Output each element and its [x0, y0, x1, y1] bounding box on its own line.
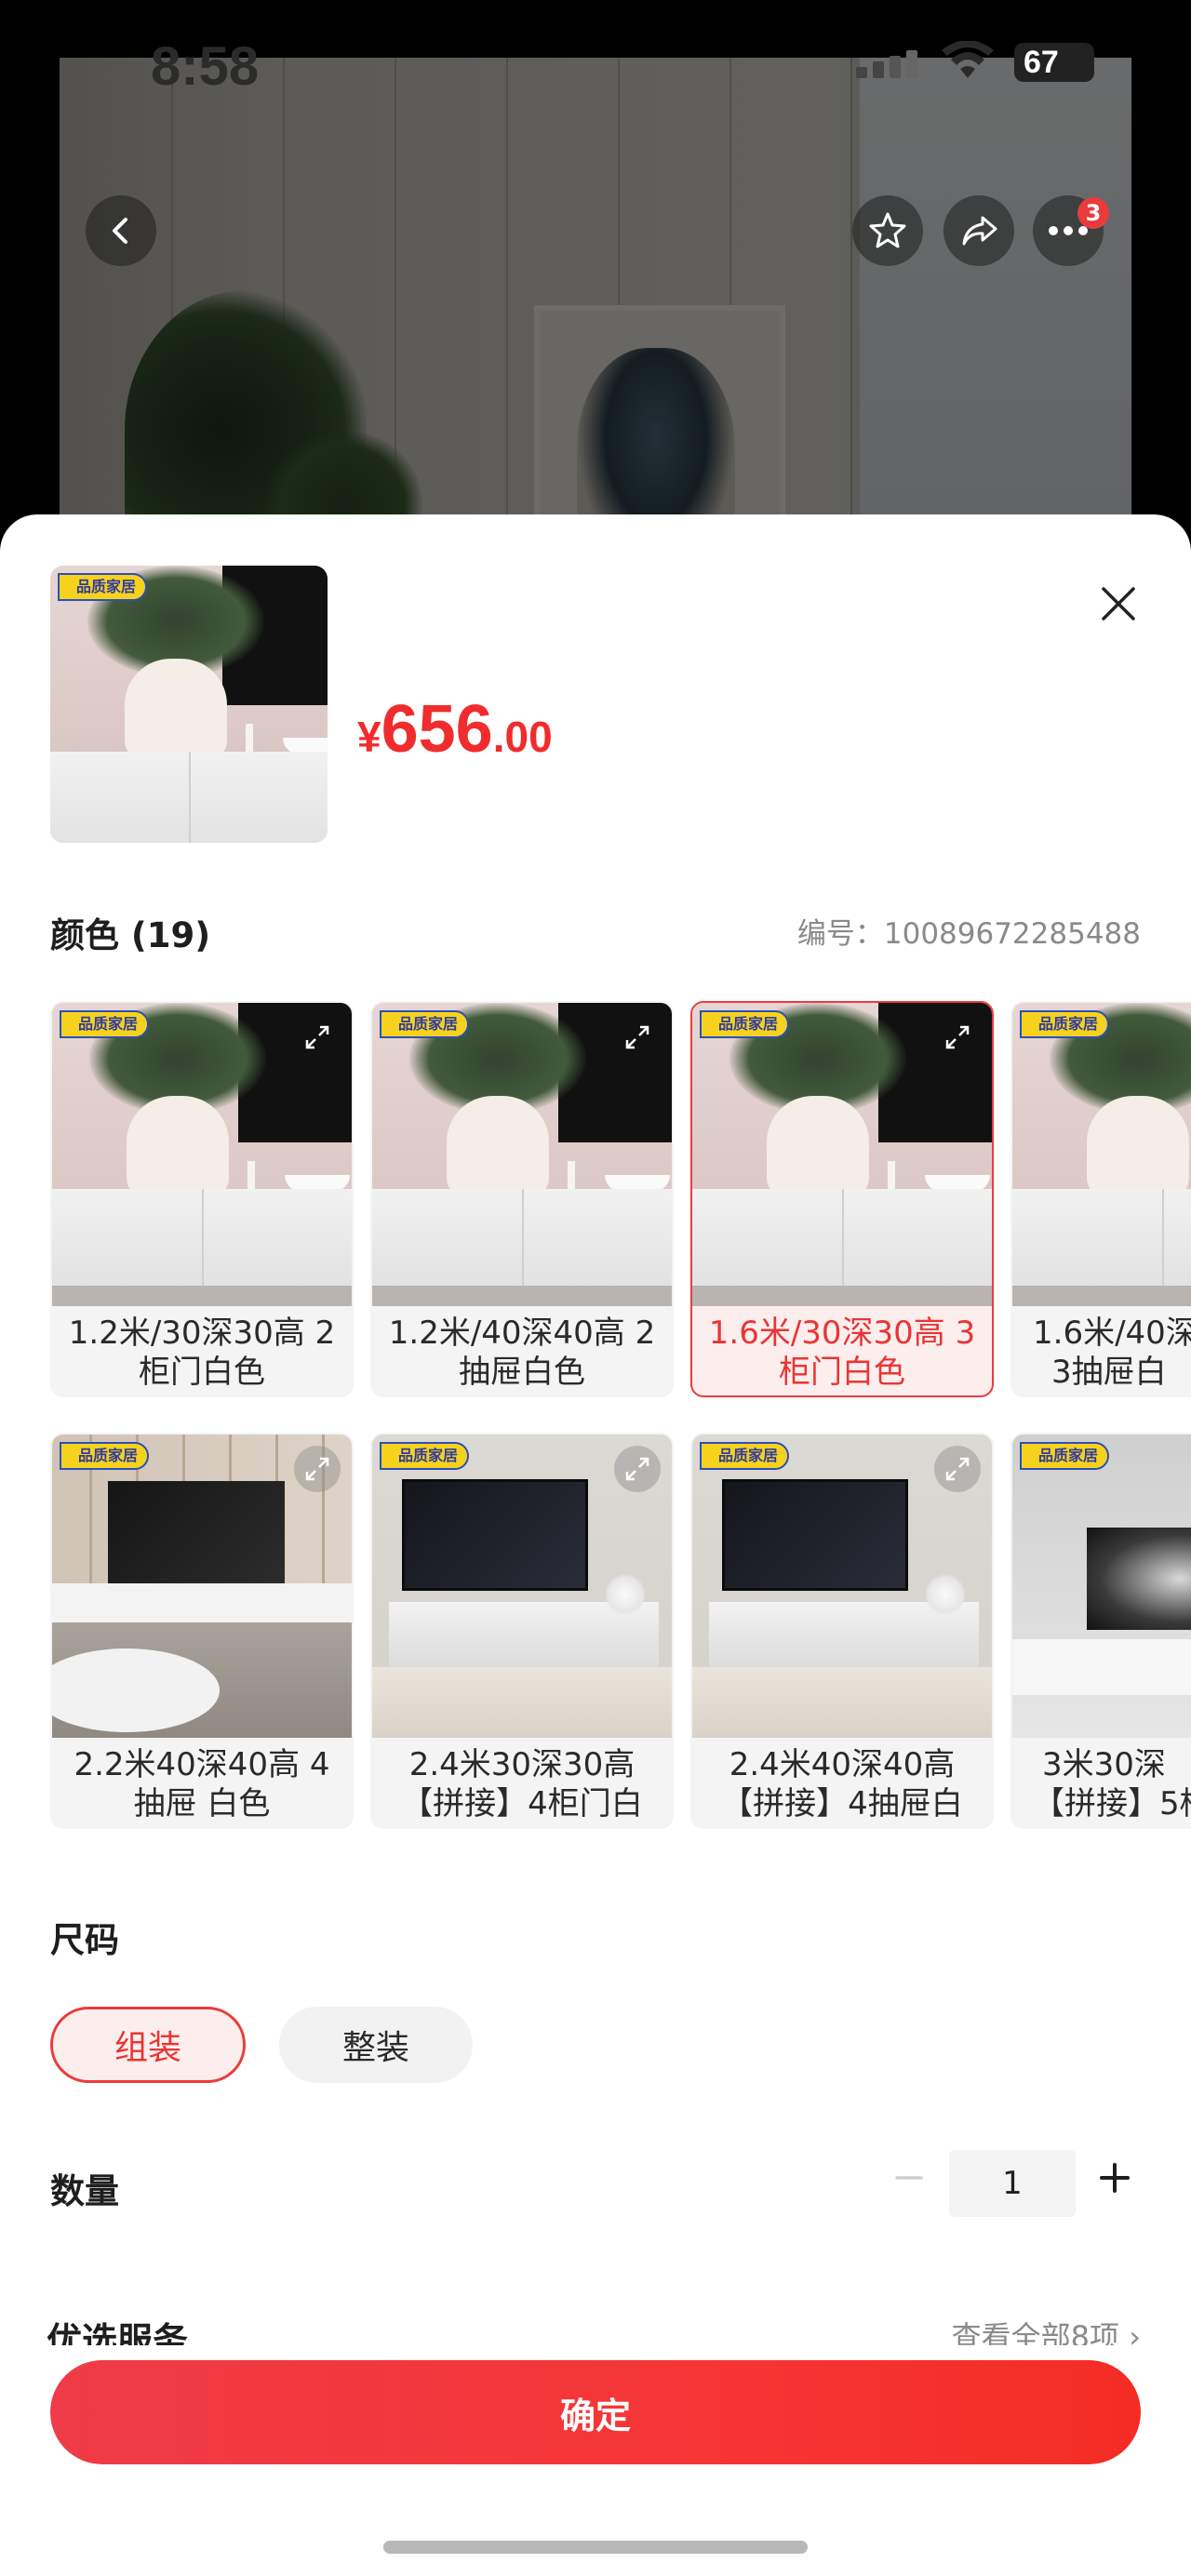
quality-home-tag: 品质家居	[60, 1010, 150, 1038]
quality-home-tag: 品质家居	[60, 1442, 150, 1470]
quality-home-tag: 品质家居	[1020, 1442, 1110, 1470]
color-option-line1: 1.6米/40深	[1033, 1315, 1191, 1352]
price-integer: 656	[381, 692, 493, 767]
color-option-line2: 柜门白色	[779, 1354, 905, 1391]
color-option-selected[interactable]: 品质家居 1.6米/30深30高 3 柜门白色	[690, 1001, 994, 1397]
close-icon	[1102, 587, 1135, 621]
chevron-left-icon	[113, 218, 127, 244]
quality-home-tag: 品质家居	[58, 573, 148, 601]
color-option-line1: 2.4米40深40高	[729, 1746, 956, 1783]
color-option[interactable]: 品质家居 1.6米/40深 3抽屉白	[1010, 1001, 1191, 1397]
expand-icon	[305, 1025, 329, 1049]
color-option-line2: 【拼接】4柜门白	[401, 1785, 643, 1822]
size-option-whole[interactable]: 整装	[279, 2007, 473, 2083]
product-code: 编号：10089672285488	[796, 917, 1141, 951]
expand-icon	[625, 1025, 649, 1049]
color-option-line2: 【拼接】4抽屉白	[721, 1785, 963, 1822]
color-section-title: 颜色 (19)	[50, 915, 211, 955]
color-option[interactable]: 品质家居 3米30深【拼接】5柜	[1010, 1433, 1191, 1829]
color-option-label: 1.6米/40深 3抽屉白	[1012, 1306, 1191, 1395]
plus-icon	[1100, 2163, 1130, 2193]
color-option-label: 3米30深【拼接】5柜	[1012, 1738, 1191, 1827]
color-option[interactable]: 品质家居 1.2米/40深40高 2 抽屉白色	[370, 1001, 674, 1397]
minus-icon	[895, 2176, 923, 2180]
quantity-input[interactable]: 1	[949, 2150, 1076, 2217]
quality-home-tag: 品质家居	[700, 1442, 790, 1470]
color-option-line2: 3抽屉白	[1051, 1354, 1167, 1391]
quantity-decrease-button[interactable]	[889, 2157, 930, 2198]
wifi-icon	[942, 41, 994, 78]
color-option-label: 2.4米40深40高 【拼接】4抽屉白	[692, 1738, 992, 1827]
expand-image-button[interactable]	[614, 1014, 661, 1061]
star-icon	[869, 212, 906, 248]
color-option-line2: 抽屉 白色	[133, 1785, 271, 1822]
color-option-line2: 【拼接】5柜	[1033, 1785, 1191, 1822]
color-option[interactable]: 品质家居 1.2米/30深30高 2 柜门白色	[50, 1001, 354, 1397]
status-time: 8:58	[151, 36, 260, 97]
color-option-label: 1.6米/30深30高 3 柜门白色	[692, 1306, 992, 1395]
expand-image-button[interactable]	[294, 1446, 341, 1492]
expand-image-button[interactable]	[934, 1446, 981, 1492]
share-icon	[962, 216, 997, 246]
color-option-line2: 柜门白色	[139, 1354, 265, 1391]
status-bar: 8:58 67	[0, 33, 1191, 97]
expand-icon	[945, 1457, 970, 1481]
price-decimal: .00	[492, 713, 553, 761]
expand-image-button[interactable]	[614, 1446, 661, 1492]
confirm-button[interactable]: 确定	[50, 2360, 1141, 2464]
color-option[interactable]: 品质家居 2.4米40深40高 【拼接】4抽屉白	[690, 1433, 994, 1829]
expand-icon	[305, 1457, 329, 1481]
more-dots-icon	[1049, 226, 1088, 235]
color-option-label: 1.2米/30深30高 2 柜门白色	[52, 1306, 352, 1395]
quantity-increase-button[interactable]	[1094, 2157, 1135, 2198]
color-option-label: 2.2米40深40高 4 抽屉 白色	[52, 1738, 352, 1827]
color-option-line1: 2.2米40深40高 4	[74, 1746, 330, 1783]
favorite-button[interactable]	[852, 195, 923, 266]
color-option-line1: 1.2米/30深30高 2	[68, 1315, 336, 1352]
share-button[interactable]	[943, 195, 1014, 266]
size-option-assembled[interactable]: 组装	[50, 2007, 246, 2083]
color-option[interactable]: 品质家居 2.4米30深30高 【拼接】4柜门白	[370, 1433, 674, 1829]
expand-icon	[945, 1025, 970, 1049]
back-button[interactable]	[86, 195, 156, 266]
quality-home-tag: 品质家居	[380, 1442, 470, 1470]
quantity-section-title: 数量	[50, 2171, 119, 2211]
color-option-line1: 1.6米/30深30高 3	[708, 1315, 976, 1352]
color-option-line1: 3米30深	[1042, 1746, 1166, 1783]
price-currency: ¥	[357, 713, 381, 761]
quality-home-tag: 品质家居	[700, 1010, 790, 1038]
color-option-label: 2.4米30深30高 【拼接】4柜门白	[372, 1738, 672, 1827]
color-option[interactable]: 品质家居 2.2米40深40高 4 抽屉 白色	[50, 1433, 354, 1829]
color-option-line1: 1.2米/40深40高 2	[388, 1315, 656, 1352]
product-thumbnail[interactable]: 品质家居	[50, 566, 328, 843]
home-indicator[interactable]	[383, 2541, 808, 2554]
quality-home-tag: 品质家居	[1020, 1010, 1110, 1038]
expand-image-button[interactable]	[934, 1014, 981, 1061]
close-button[interactable]	[1091, 576, 1146, 632]
price: ¥656.00	[357, 691, 553, 767]
battery-indicator: 67	[1014, 43, 1094, 82]
quality-home-tag: 品质家居	[380, 1010, 470, 1038]
color-option-label: 1.2米/40深40高 2 抽屉白色	[372, 1306, 672, 1395]
size-section-title: 尺码	[50, 1920, 119, 1960]
expand-image-button[interactable]	[294, 1014, 341, 1061]
sku-selector-sheet: 品质家居 ¥656.00 颜色 (19) 编号：10089672285488 品…	[0, 514, 1191, 2576]
cellular-signal-icon	[856, 50, 917, 78]
color-option-line2: 抽屉白色	[459, 1354, 585, 1391]
notification-badge: 3	[1077, 197, 1109, 229]
color-option-line1: 2.4米30深30高	[408, 1746, 636, 1783]
expand-icon	[625, 1457, 649, 1481]
